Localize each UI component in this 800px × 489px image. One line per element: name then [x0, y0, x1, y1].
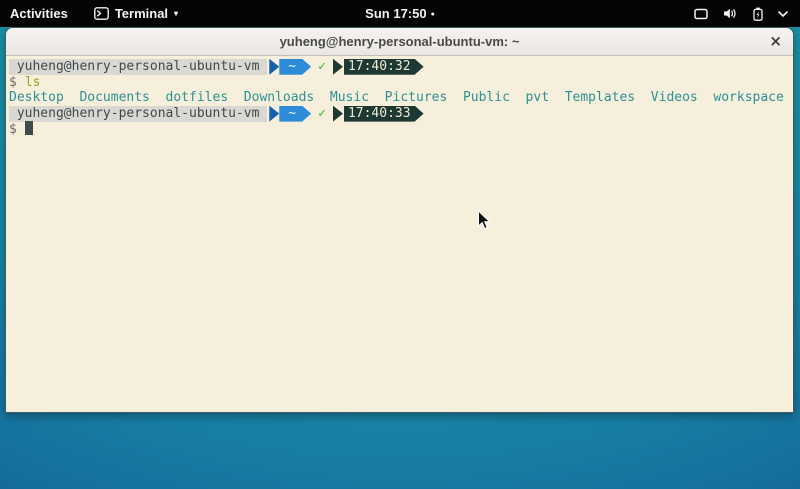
app-menu-terminal[interactable]: Terminal ▾ — [94, 6, 178, 21]
input-line[interactable]: $ — [9, 121, 793, 137]
clock-label[interactable]: Sun 17:50 — [365, 6, 426, 21]
prompt-line: yuheng@henry-personal-ubuntu-vm ~ ✓ 17:4… — [9, 106, 793, 122]
notification-dot-icon: ● — [431, 11, 435, 18]
chevron-down-icon: ▾ — [174, 10, 178, 18]
prompt-symbol: $ — [9, 122, 17, 137]
prompt-symbol: $ — [9, 75, 17, 90]
powerline-arrow-icon — [333, 106, 343, 122]
prompt-time: 17:40:33 — [344, 106, 424, 122]
prompt-cwd: ~ — [279, 59, 311, 75]
system-status-area[interactable] — [694, 0, 788, 27]
window-title: yuheng@henry-personal-ubuntu-vm: ~ — [280, 34, 520, 49]
volume-icon — [723, 7, 738, 20]
output-line: Desktop Documents dotfiles Downloads Mus… — [9, 90, 793, 106]
command-text: ls — [25, 75, 41, 90]
prompt-userhost: yuheng@henry-personal-ubuntu-vm — [9, 106, 267, 122]
status-check-icon: ✓ — [311, 59, 332, 75]
battery-charging-icon — [753, 7, 763, 21]
powerline-arrow-icon — [333, 59, 343, 75]
wired-network-icon — [694, 8, 708, 20]
close-button[interactable]: × — [769, 33, 782, 48]
prompt-cwd: ~ — [279, 106, 311, 122]
terminal-window: yuheng@henry-personal-ubuntu-vm: ~ × yuh… — [5, 27, 794, 413]
command-line: $ ls — [9, 75, 793, 91]
prompt-userhost: yuheng@henry-personal-ubuntu-vm — [9, 59, 267, 75]
chevron-down-icon — [778, 11, 788, 17]
terminal-cursor — [25, 121, 33, 135]
powerline-arrow-icon — [269, 59, 279, 75]
terminal-icon — [94, 7, 109, 20]
directory-list: Desktop Documents dotfiles Downloads Mus… — [9, 90, 784, 105]
prompt-line: yuheng@henry-personal-ubuntu-vm ~ ✓ 17:4… — [9, 59, 793, 75]
top-bar: Activities Terminal ▾ Sun 17:50 ● — [0, 0, 800, 27]
app-menu-label: Terminal — [115, 6, 168, 21]
status-check-icon: ✓ — [311, 106, 332, 122]
terminal-content[interactable]: yuheng@henry-personal-ubuntu-vm ~ ✓ 17:4… — [6, 56, 793, 412]
activities-button[interactable]: Activities — [10, 6, 68, 21]
window-titlebar[interactable]: yuheng@henry-personal-ubuntu-vm: ~ × — [6, 28, 793, 56]
prompt-time: 17:40:32 — [344, 59, 424, 75]
powerline-arrow-icon — [269, 106, 279, 122]
